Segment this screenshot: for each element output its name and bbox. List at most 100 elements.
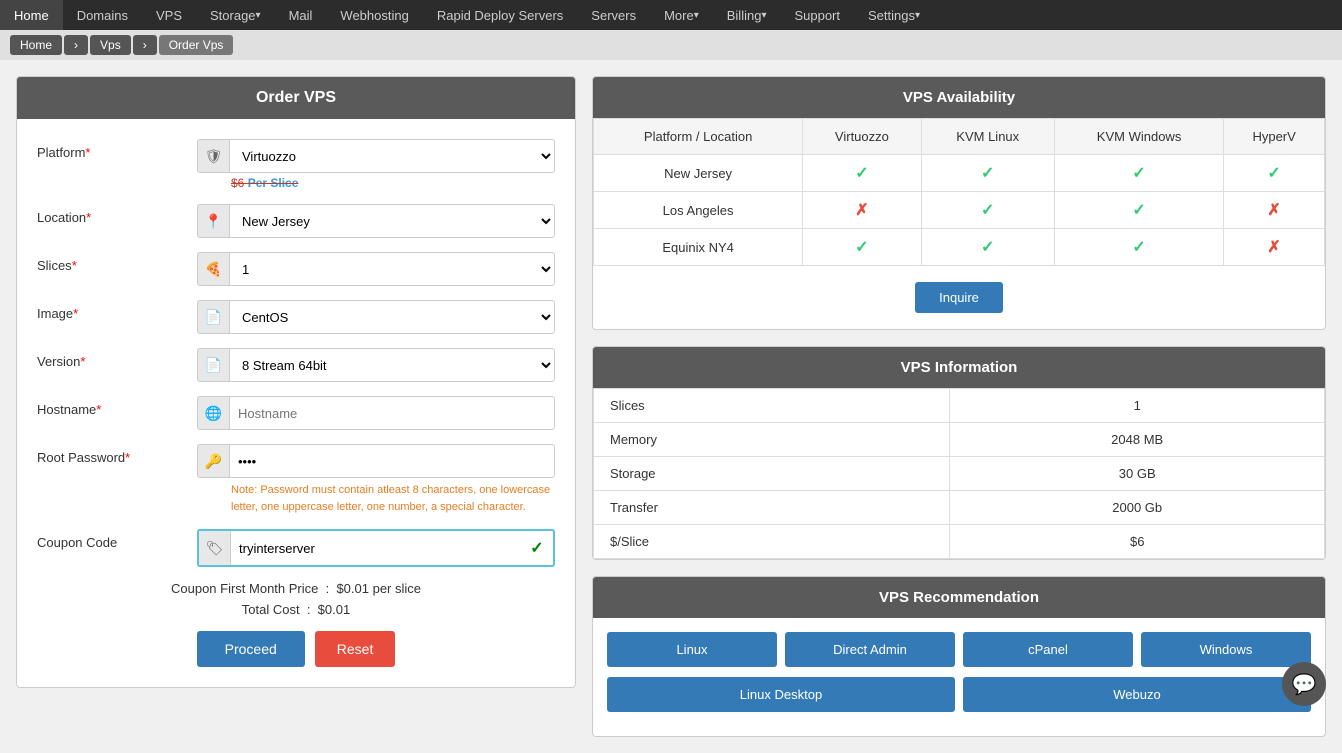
table-row: Equinix NY4 <box>594 229 803 266</box>
slices-select[interactable]: 1 <box>229 252 555 286</box>
nav-servers[interactable]: Servers <box>577 0 650 30</box>
top-navigation: Home Domains VPS Storage Mail Webhosting… <box>0 0 1342 30</box>
rec-button[interactable]: Webuzo <box>963 677 1311 712</box>
rec-button[interactable]: Linux <box>607 632 777 667</box>
coupon-price-label: Coupon First Month Price <box>171 581 318 596</box>
info-label: Memory <box>594 423 950 457</box>
info-label: Slices <box>594 389 950 423</box>
platform-select[interactable]: Virtuozzo <box>229 139 555 173</box>
hostname-input[interactable] <box>229 396 555 430</box>
hostname-row: Hostname* 🌐 <box>37 396 555 430</box>
nav-webhosting[interactable]: Webhosting <box>326 0 422 30</box>
order-vps-panel: Order VPS Platform* 🛡 Virtuozzo $6 Per S… <box>16 76 576 688</box>
info-label: Storage <box>594 457 950 491</box>
table-row: Storage30 GB <box>594 457 1325 491</box>
rec-button[interactable]: Windows <box>1141 632 1311 667</box>
nav-settings[interactable]: Settings <box>854 0 934 30</box>
coupon-input[interactable]: tryinterserver <box>231 533 521 563</box>
recommendation-body: LinuxDirect AdmincPanelWindows Linux Des… <box>593 618 1325 736</box>
table-row: ✓ <box>1054 229 1223 266</box>
location-select[interactable]: New Jersey <box>229 204 555 238</box>
nav-support[interactable]: Support <box>780 0 854 30</box>
proceed-button[interactable]: Proceed <box>197 631 305 667</box>
root-password-row: Root Password* 🔑 0000 Note: Password mus… <box>37 444 555 515</box>
breadcrumb-vps[interactable]: Vps <box>90 35 131 55</box>
version-row: Version* 📄 8 Stream 64bit <box>37 348 555 382</box>
nav-vps[interactable]: VPS <box>142 0 196 30</box>
nav-storage[interactable]: Storage <box>196 0 275 30</box>
table-row: Transfer2000 Gb <box>594 491 1325 525</box>
rec-row-1: LinuxDirect AdmincPanelWindows <box>607 632 1311 667</box>
table-row: ✗ <box>1224 229 1325 266</box>
slices-row: Slices* 🍕 1 <box>37 252 555 286</box>
nav-home[interactable]: Home <box>0 0 63 30</box>
price-badge: $6 Per Slice <box>231 176 555 190</box>
form-buttons: Proceed Reset <box>37 631 555 667</box>
hostname-icon: 🌐 <box>197 396 229 430</box>
col-platform-location: Platform / Location <box>594 119 803 155</box>
coupon-valid-icon: ✓ <box>521 538 553 558</box>
total-cost-label: Total Cost <box>242 602 300 617</box>
order-vps-form: Platform* 🛡 Virtuozzo $6 Per Slice <box>17 119 575 687</box>
rec-button[interactable]: Direct Admin <box>785 632 955 667</box>
table-row: $/Slice$6 <box>594 525 1325 559</box>
version-select[interactable]: 8 Stream 64bit <box>229 348 555 382</box>
rec-button[interactable]: Linux Desktop <box>607 677 955 712</box>
inquire-button[interactable]: Inquire <box>915 282 1003 313</box>
info-value: 2048 MB <box>950 423 1325 457</box>
table-row: ✓ <box>921 192 1054 229</box>
coupon-price-value: $0.01 per slice <box>336 581 421 596</box>
col-hyperv: HyperV <box>1224 119 1325 155</box>
nav-domains[interactable]: Domains <box>63 0 142 30</box>
info-label: Transfer <box>594 491 950 525</box>
vps-info-panel: VPS Information Slices1Memory2048 MBStor… <box>592 346 1326 560</box>
image-row: Image* 📄 CentOS <box>37 300 555 334</box>
info-value: 1 <box>950 389 1325 423</box>
nav-billing[interactable]: Billing <box>713 0 781 30</box>
nav-mail[interactable]: Mail <box>275 0 327 30</box>
table-row: Los Angeles <box>594 192 803 229</box>
table-row: ✗ <box>803 192 921 229</box>
rec-button[interactable]: cPanel <box>963 632 1133 667</box>
table-row: Slices1 <box>594 389 1325 423</box>
image-select[interactable]: CentOS <box>229 300 555 334</box>
info-value: 2000 Gb <box>950 491 1325 525</box>
info-value: 30 GB <box>950 457 1325 491</box>
order-vps-title: Order VPS <box>17 77 575 119</box>
rec-row-2: Linux DesktopWebuzo <box>607 677 1311 712</box>
password-note: Note: Password must contain atleast 8 ch… <box>231 482 555 515</box>
vps-recommendation-panel: VPS Recommendation LinuxDirect AdmincPan… <box>592 576 1326 737</box>
total-cost-row: Total Cost : $0.01 <box>37 602 555 617</box>
platform-label: Platform* <box>37 139 197 160</box>
version-icon: 📄 <box>197 348 229 382</box>
info-value: $6 <box>950 525 1325 559</box>
location-icon: 📍 <box>197 204 229 238</box>
root-password-label: Root Password* <box>37 444 197 465</box>
location-label: Location* <box>37 204 197 225</box>
breadcrumb-home[interactable]: Home <box>10 35 62 55</box>
info-label: $/Slice <box>594 525 950 559</box>
shield-icon: 🛡 <box>197 139 229 173</box>
availability-panel: VPS Availability Platform / Location Vir… <box>592 76 1326 330</box>
coupon-price-row: Coupon First Month Price : $0.01 per sli… <box>37 581 555 596</box>
image-icon: 📄 <box>197 300 229 334</box>
slices-icon: 🍕 <box>197 252 229 286</box>
hostname-label: Hostname* <box>37 396 197 417</box>
coupon-code-row: Coupon Code 🏷 tryinterserver ✓ <box>37 529 555 567</box>
reset-button[interactable]: Reset <box>315 631 396 667</box>
total-cost-value: $0.01 <box>318 602 351 617</box>
nav-rapid-deploy[interactable]: Rapid Deploy Servers <box>423 0 577 30</box>
password-icon: 🔑 <box>197 444 229 478</box>
chat-button[interactable]: 💬 <box>1282 662 1326 706</box>
availability-title: VPS Availability <box>593 77 1325 118</box>
table-row: ✓ <box>921 155 1054 192</box>
location-row: Location* 📍 New Jersey <box>37 204 555 238</box>
col-virtuozzo: Virtuozzo <box>803 119 921 155</box>
main-content: Order VPS Platform* 🛡 Virtuozzo $6 Per S… <box>0 60 1342 753</box>
coupon-icon: 🏷 <box>199 531 231 565</box>
vps-recommendation-title: VPS Recommendation <box>593 577 1325 618</box>
nav-more[interactable]: More <box>650 0 713 30</box>
table-row: New Jersey <box>594 155 803 192</box>
table-row: ✓ <box>803 229 921 266</box>
root-password-input[interactable]: 0000 <box>229 444 555 478</box>
